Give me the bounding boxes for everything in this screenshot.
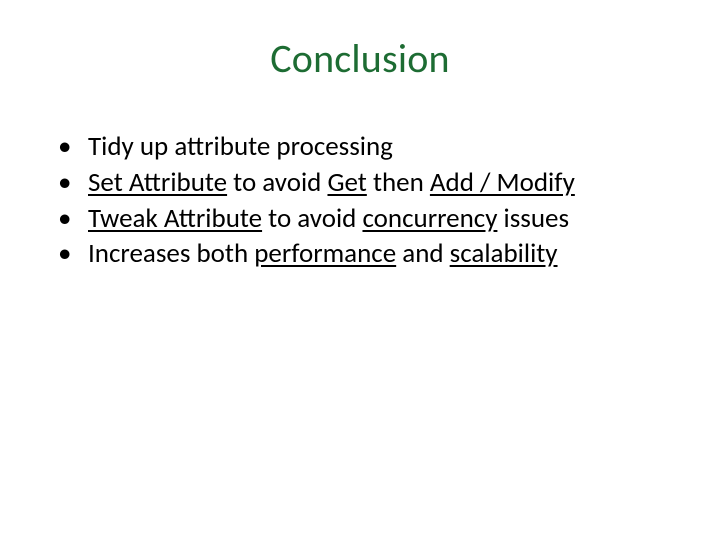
text-run: to avoid xyxy=(262,202,362,235)
text-run: Get xyxy=(327,166,366,199)
slide: Conclusion Tidy up attribute processingS… xyxy=(0,0,720,540)
bullet-item: Tidy up attribute processing xyxy=(48,130,672,164)
text-run: issues xyxy=(497,202,569,235)
text-run: performance xyxy=(254,237,396,270)
text-run: Tidy up attribute processing xyxy=(88,130,393,163)
text-run: then xyxy=(367,166,430,199)
bullet-item: Set Attribute to avoid Get then Add / Mo… xyxy=(48,166,672,200)
text-run: Increases both xyxy=(88,237,254,270)
text-run: concurrency xyxy=(362,202,497,235)
bullet-list: Tidy up attribute processingSet Attribut… xyxy=(48,130,672,271)
slide-body: Tidy up attribute processingSet Attribut… xyxy=(48,130,672,273)
bullet-item: Increases both performance and scalabili… xyxy=(48,237,672,271)
slide-title: Conclusion xyxy=(0,34,720,83)
text-run: Tweak Attribute xyxy=(88,202,262,235)
text-run: and xyxy=(396,237,450,270)
bullet-item: Tweak Attribute to avoid concurrency iss… xyxy=(48,202,672,236)
text-run: Add / Modify xyxy=(430,166,575,199)
text-run: scalability xyxy=(450,237,558,270)
text-run: to avoid xyxy=(227,166,327,199)
text-run: Set Attribute xyxy=(88,166,227,199)
